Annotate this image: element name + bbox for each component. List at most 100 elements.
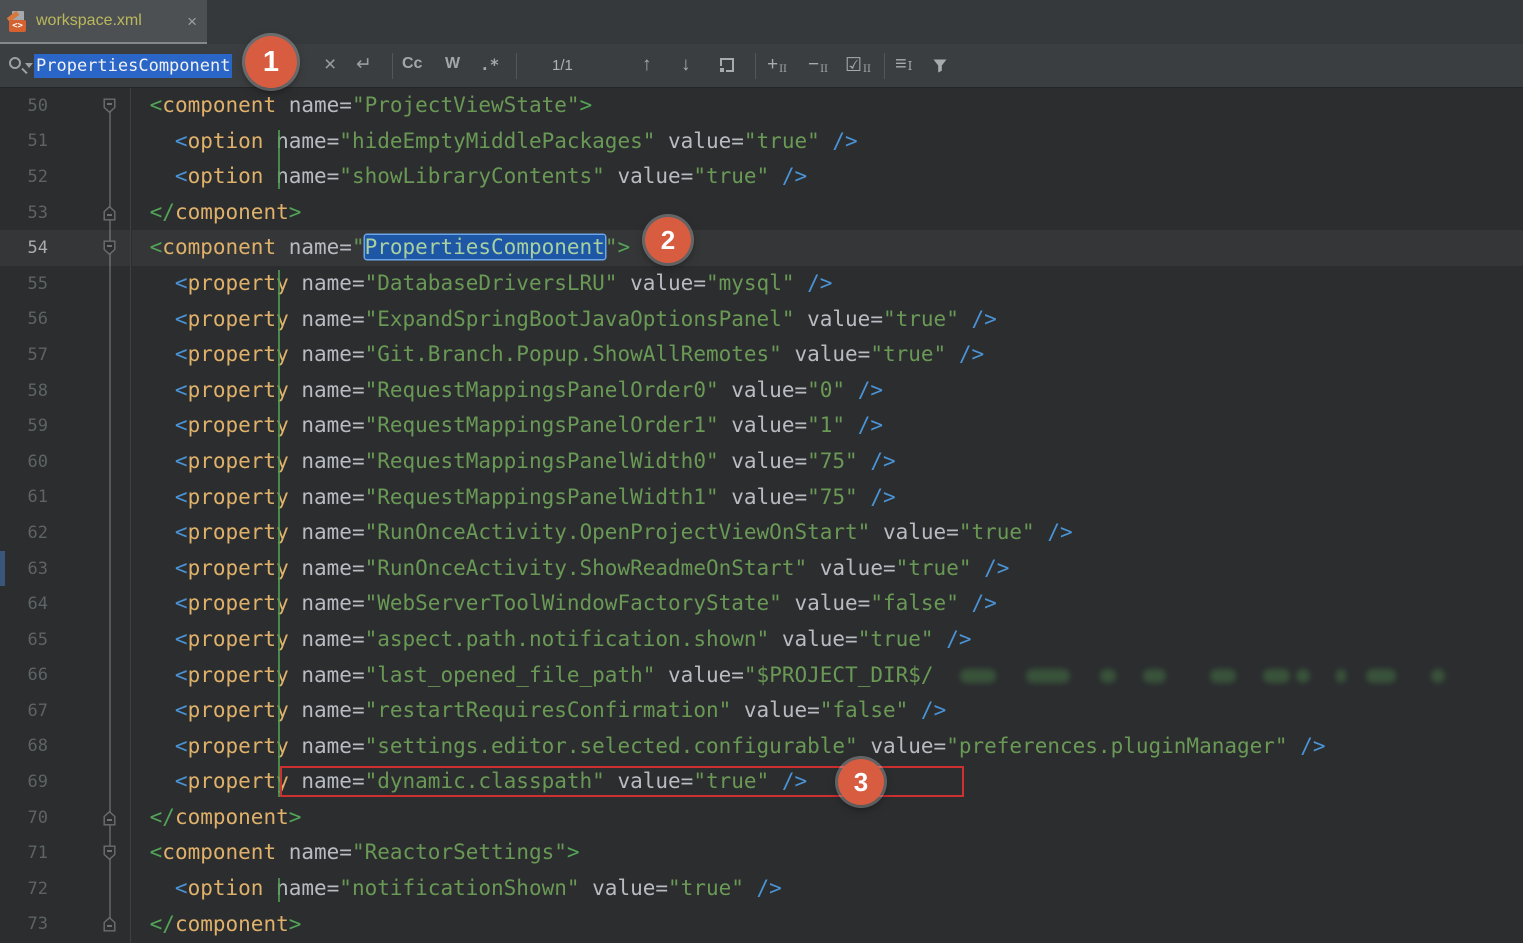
gutter-row: 53 (0, 195, 130, 231)
code-token: component (175, 912, 289, 936)
code-line[interactable]: <property name="DatabaseDriversLRU" valu… (132, 266, 1523, 302)
code-line[interactable]: </component> (132, 800, 1523, 836)
code-line[interactable]: <component name="ProjectViewState"> (132, 88, 1523, 124)
code-token: "$PROJECT_DIR$/ (744, 663, 934, 687)
code-line[interactable]: </component> (132, 907, 1523, 943)
code-area[interactable]: <component name="ProjectViewState"> <opt… (132, 88, 1523, 943)
previous-occurrence-button[interactable]: ↑ (642, 54, 652, 76)
code-token: < (137, 342, 188, 366)
code-line[interactable]: <property name="settings.editor.selected… (132, 729, 1523, 765)
fold-column (102, 418, 118, 434)
line-number: 61 (0, 487, 48, 507)
gutter-row: 65 (0, 622, 130, 658)
line-number: 62 (0, 523, 48, 543)
next-occurrence-button[interactable]: ↓ (681, 54, 691, 76)
match-count: 1/1 (552, 57, 573, 74)
code-token: "true" (744, 129, 820, 153)
code-token: /> (858, 485, 896, 509)
code-token: property (188, 449, 289, 473)
newline-icon[interactable]: ↵ (356, 53, 372, 76)
search-icon[interactable] (9, 57, 21, 69)
code-token: /> (795, 271, 833, 295)
code-token: /> (946, 342, 984, 366)
fold-column (102, 703, 118, 719)
fold-marker-icon[interactable] (102, 916, 118, 932)
code-token: "settings.editor.selected.configurable" (365, 734, 858, 758)
editor[interactable]: 5051525354555657585960616263646566676869… (0, 88, 1523, 943)
code-line[interactable]: <property name="restartRequiresConfirmat… (132, 693, 1523, 729)
annotation-badge-1: 1 (245, 36, 297, 88)
tab-close-icon[interactable]: × (187, 13, 197, 30)
regex-toggle[interactable]: .* (480, 55, 499, 74)
search-input[interactable]: PropertiesComponent (34, 52, 232, 80)
code-token: component (162, 235, 276, 259)
code-token: "DatabaseDriversLRU" (365, 271, 618, 295)
tab-workspace-xml[interactable]: <> workspace.xml × (0, 0, 207, 44)
gutter-rows: 5051525354555657585960616263646566676869… (0, 88, 130, 942)
remove-occurrence-button[interactable]: −II (808, 54, 827, 76)
code-line[interactable]: <property name="RunOnceActivity.OpenProj… (132, 515, 1523, 551)
code-line[interactable]: <property name="aspect.path.notification… (132, 622, 1523, 658)
gutter-row: 55 (0, 266, 130, 302)
code-line[interactable]: <property name="RequestMappingsPanelWidt… (132, 480, 1523, 516)
clear-search-icon[interactable]: × (324, 53, 336, 77)
whole-words-toggle[interactable]: W (445, 55, 460, 73)
add-occurrence-button[interactable]: +II (767, 54, 786, 76)
fold-marker-icon[interactable] (102, 240, 118, 256)
code-token: value= (807, 556, 896, 580)
line-number: 68 (0, 736, 48, 756)
fold-marker-icon[interactable] (102, 205, 118, 221)
code-line[interactable]: <property name="Git.Branch.Popup.ShowAll… (132, 337, 1523, 373)
code-line[interactable]: </component> (132, 195, 1523, 231)
code-line[interactable]: <property name="ExpandSpringBootJavaOpti… (132, 302, 1523, 338)
code-line[interactable]: <property name="RequestMappingsPanelOrde… (132, 373, 1523, 409)
code-line[interactable]: <property name="RequestMappingsPanelOrde… (132, 408, 1523, 444)
code-token: < (137, 307, 188, 331)
line-number: 67 (0, 701, 48, 721)
code-token: > (580, 93, 593, 117)
gutter-row: 57 (0, 337, 130, 373)
code-line[interactable]: <property name="RunOnceActivity.ShowRead… (132, 551, 1523, 587)
code-token: value= (617, 271, 706, 295)
select-all-occurrences-button[interactable]: ☑II (845, 54, 870, 77)
code-token: property (188, 520, 289, 544)
search-history-chevron-icon[interactable] (25, 63, 33, 68)
search-selection: PropertiesComponent (34, 54, 232, 78)
code-token: "0" (807, 378, 845, 402)
code-line[interactable]: <property name="WebServerToolWindowFacto… (132, 586, 1523, 622)
match-case-toggle[interactable]: Cc (402, 55, 422, 73)
filter-lines-button[interactable]: ≡I (895, 53, 911, 76)
fold-column (102, 169, 118, 185)
code-token: < (137, 93, 162, 117)
code-line[interactable]: <component name="ReactorSettings"> (132, 835, 1523, 871)
gutter-row: 52 (0, 159, 130, 195)
code-token: "mysql" (706, 271, 795, 295)
code-token: < (137, 129, 188, 153)
code-token: /> (908, 698, 946, 722)
code-line[interactable]: <option name="notificationShown" value="… (132, 871, 1523, 907)
code-token: > (617, 235, 630, 259)
fold-marker-icon[interactable] (102, 810, 118, 826)
code-line[interactable]: <property name="RequestMappingsPanelWidt… (132, 444, 1523, 480)
code-token: name= (289, 520, 365, 544)
gutter-row: 61 (0, 480, 130, 516)
code-line[interactable]: <component name="PropertiesComponent"> (132, 230, 1523, 266)
fold-marker-icon[interactable] (102, 845, 118, 861)
code-line[interactable]: <option name="showLibraryContents" value… (132, 159, 1523, 195)
code-token: < (137, 235, 162, 259)
xml-file-icon: <> (8, 11, 28, 32)
open-in-find-window-button[interactable] (720, 58, 734, 72)
fold-column (102, 525, 118, 541)
code-token: > (567, 840, 580, 864)
code-token: value= (605, 164, 694, 188)
line-number: 59 (0, 416, 48, 436)
filter-funnel-icon[interactable] (932, 58, 948, 78)
fold-marker-icon[interactable] (102, 98, 118, 114)
fold-column (102, 276, 118, 292)
code-token: > (289, 805, 302, 829)
line-number: 63 (0, 559, 48, 579)
code-token: property (188, 627, 289, 651)
code-line[interactable]: <property name="last_opened_file_path" v… (132, 658, 1523, 694)
code-token: value= (870, 520, 959, 544)
code-line[interactable]: <option name="hideEmptyMiddlePackages" v… (132, 124, 1523, 160)
